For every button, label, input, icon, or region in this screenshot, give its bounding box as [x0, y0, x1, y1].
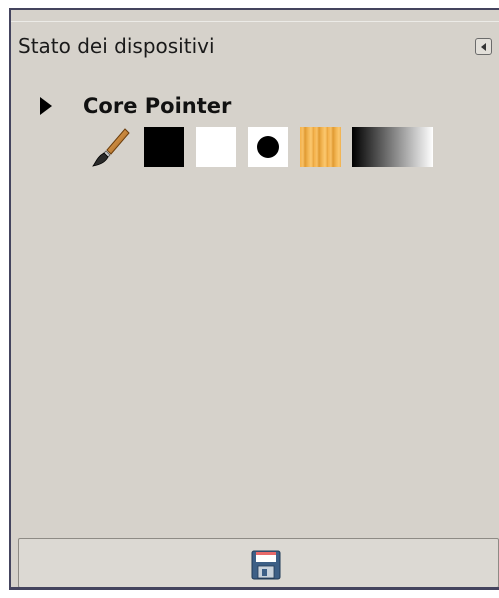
panel-bottom-border	[11, 587, 499, 590]
panel-menu-button[interactable]	[475, 38, 492, 55]
brush-circle-shape	[257, 136, 279, 158]
device-status-panel: Stato dei dispositivi Core Pointer	[9, 8, 499, 590]
tab-menu-icon	[481, 43, 486, 51]
panel-title: Stato dei dispositivi	[18, 34, 215, 58]
expander-triangle-icon[interactable]	[39, 96, 53, 116]
gradient-preview[interactable]	[352, 127, 433, 167]
brush-preview[interactable]	[248, 127, 288, 167]
paintbrush-icon[interactable]	[91, 127, 131, 167]
background-color-swatch[interactable]	[196, 127, 236, 167]
pattern-preview[interactable]	[300, 127, 341, 167]
panel-tab-strip	[11, 10, 499, 22]
foreground-color-swatch[interactable]	[144, 127, 184, 167]
panel-button-bar	[18, 538, 499, 588]
device-name: Core Pointer	[83, 94, 232, 118]
save-button[interactable]	[251, 550, 281, 580]
floppy-disk-icon	[251, 550, 281, 580]
